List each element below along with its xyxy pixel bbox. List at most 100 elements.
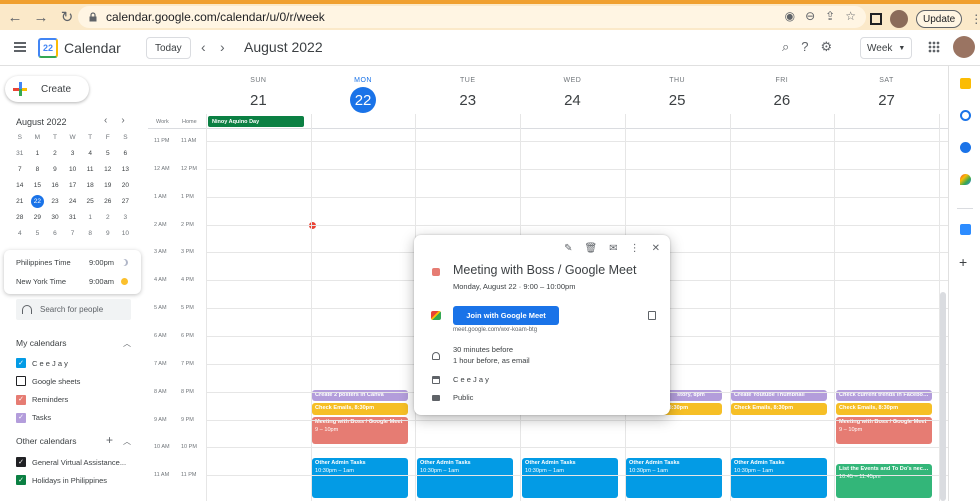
mini-calendar-day[interactable]: 29 (29, 209, 47, 225)
mini-calendar-day[interactable]: 3 (117, 209, 135, 225)
mini-calendar-day[interactable]: 8 (81, 225, 99, 241)
edit-pencil-icon[interactable]: ✎ (564, 243, 572, 254)
update-button[interactable]: Update (916, 10, 963, 28)
mini-calendar-day[interactable]: 20 (117, 178, 135, 194)
checkbox-checked-icon[interactable]: ✓ (16, 394, 26, 405)
day-column-header[interactable]: THU 25 (625, 66, 730, 113)
reminder-event[interactable]: Check Emails, 8:30pm (312, 403, 408, 415)
mini-calendar-day[interactable]: 26 (99, 194, 117, 210)
checkbox-checked-icon[interactable]: ✓ (16, 412, 26, 423)
help-icon[interactable]: ? (801, 39, 808, 55)
day-number[interactable]: 23 (455, 87, 481, 113)
copy-icon[interactable] (648, 311, 656, 320)
chevron-up-icon[interactable]: ︿ (123, 338, 131, 349)
mini-calendar-day[interactable]: 5 (29, 225, 47, 241)
calendar-event[interactable]: Other Admin Tasks 10:30pm – 1am (731, 458, 827, 498)
calendar-event[interactable]: Other Admin Tasks 10:30pm – 1am (522, 458, 618, 498)
day-number[interactable]: 22 (350, 87, 377, 113)
chevron-left-icon[interactable]: ‹ (201, 39, 206, 55)
calendar-list-item[interactable]: ✓ Holidays in Philippines (16, 475, 107, 486)
today-button[interactable]: Today (146, 37, 191, 59)
google-apps-icon[interactable] (928, 41, 940, 53)
mini-calendar-day[interactable]: 4 (11, 225, 29, 241)
chevron-right-icon[interactable]: › (220, 39, 225, 55)
back-arrow-icon[interactable]: ← (4, 6, 26, 28)
reminder-event[interactable]: Check Emails, 8:30pm (836, 403, 932, 415)
mini-calendar-day[interactable]: 9 (46, 162, 64, 178)
forward-arrow-icon[interactable]: → (30, 6, 52, 28)
mini-calendar-day[interactable]: 16 (46, 178, 64, 194)
mini-calendar-day[interactable]: 22 (30, 195, 44, 208)
search-icon[interactable]: ⌕ (782, 39, 789, 55)
mini-calendar-day[interactable]: 31 (64, 209, 82, 225)
calendar-event[interactable]: Meeting with Boss / Google Meet 9 – 10pm (312, 417, 408, 444)
day-column-header[interactable]: SUN 21 (206, 66, 311, 113)
more-options-icon[interactable]: ⋮ (630, 243, 640, 254)
calendar-event[interactable]: List the Events and To Do's necessary10:… (836, 464, 932, 498)
mini-calendar-day[interactable]: 27 (117, 194, 135, 210)
mini-calendar-day[interactable]: 10 (64, 162, 82, 178)
mini-calendar-day[interactable]: 2 (99, 209, 117, 225)
mini-calendar-day[interactable]: 21 (11, 194, 29, 210)
reload-icon[interactable]: ↻ (56, 6, 78, 28)
zoom-icon[interactable]: ⊖ (805, 9, 815, 23)
mini-calendar-day[interactable]: 14 (11, 178, 29, 194)
calendar-list-item[interactable]: Google sheets (16, 376, 80, 387)
day-column-header[interactable]: TUE 23 (415, 66, 520, 113)
calendar-event[interactable]: Other Admin Tasks 10:30pm – 1am (626, 458, 722, 498)
checkbox-checked-icon[interactable]: ✓ (16, 358, 26, 368)
calendar-event[interactable]: Other Admin Tasks 10:30pm – 1am (417, 458, 513, 498)
delete-trash-icon[interactable]: 🗑 (585, 243, 598, 254)
maps-icon[interactable] (960, 174, 971, 185)
mini-calendar-day[interactable]: 24 (64, 194, 82, 210)
mini-calendar-day[interactable]: 28 (11, 209, 29, 225)
day-column-header[interactable]: FRI 26 (730, 66, 835, 113)
day-column-header[interactable]: WED 24 (520, 66, 625, 113)
mini-calendar-day[interactable]: 11 (81, 162, 99, 178)
calendar-event[interactable]: Meeting with Boss / Google Meet 9 – 10pm (836, 417, 932, 444)
mini-calendar-day[interactable]: 23 (46, 194, 64, 210)
calendar-list-item[interactable]: ✓ C e e J a y (16, 358, 68, 368)
other-calendars-header[interactable]: Other calendars + ︿ (16, 433, 131, 447)
mini-calendar-day[interactable]: 7 (11, 162, 29, 178)
mini-calendar-day[interactable]: 5 (99, 146, 117, 162)
tasks-icon[interactable] (960, 110, 971, 121)
add-addon-icon[interactable]: + (959, 254, 967, 270)
join-meet-button[interactable]: Join with Google Meet (453, 306, 559, 325)
browser-profile-avatar[interactable] (890, 10, 908, 28)
mini-calendar-day[interactable]: 3 (64, 146, 82, 162)
day-column-header[interactable]: SAT 27 (834, 66, 939, 113)
reminder-event[interactable]: Check Emails, 8:30pm (731, 403, 827, 415)
eye-icon[interactable]: ◉ (785, 9, 795, 23)
day-number[interactable]: 21 (245, 87, 271, 113)
mini-prev-icon[interactable]: ‹ (104, 115, 107, 126)
mini-calendar-day[interactable]: 19 (99, 178, 117, 194)
checkbox-checked-icon[interactable]: ✓ (16, 475, 26, 486)
mini-calendar-day[interactable]: 2 (46, 146, 64, 162)
mini-calendar-day[interactable]: 4 (81, 146, 99, 162)
menu-kebab-icon[interactable]: ⋮ (970, 12, 980, 26)
mini-calendar-day[interactable]: 9 (99, 225, 117, 241)
add-calendar-icon[interactable]: + (106, 433, 113, 447)
bookmark-star-icon[interactable]: ☆ (845, 9, 856, 23)
mini-calendar-day[interactable]: 17 (64, 178, 82, 194)
checkbox-checked-icon[interactable]: ✓ (16, 457, 26, 467)
mini-calendar-day[interactable]: 25 (81, 194, 99, 210)
day-column-header[interactable]: MON 22 (311, 66, 416, 113)
view-selector[interactable]: Week ▼ (860, 37, 913, 59)
checkbox-empty-icon[interactable] (16, 376, 26, 387)
mini-next-icon[interactable]: › (121, 115, 124, 126)
close-icon[interactable]: ✕ (652, 243, 660, 254)
mini-calendar-day[interactable]: 18 (81, 178, 99, 194)
holiday-event[interactable]: Ninoy Aquino Day (208, 116, 304, 127)
day-number[interactable]: 25 (664, 87, 690, 113)
main-menu-icon[interactable] (14, 42, 26, 52)
mini-calendar-day[interactable]: 7 (64, 225, 82, 241)
search-people-input[interactable]: Search for people (16, 299, 131, 320)
mini-calendar-day[interactable]: 15 (29, 178, 47, 194)
mini-calendar-day[interactable]: 1 (81, 209, 99, 225)
day-number[interactable]: 24 (559, 87, 585, 113)
chevron-up-icon[interactable]: ︿ (123, 436, 131, 447)
my-calendars-header[interactable]: My calendars ︿ (16, 338, 131, 348)
share-icon[interactable]: ⇪ (825, 9, 835, 23)
